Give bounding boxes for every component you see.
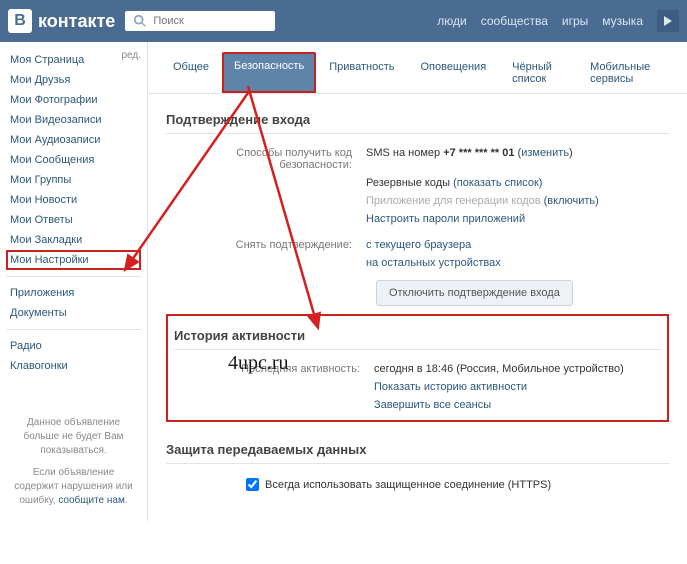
play-button[interactable] bbox=[657, 10, 679, 32]
sidebar-item-radio[interactable]: Радио bbox=[6, 336, 141, 356]
logo[interactable]: B контакте bbox=[8, 9, 115, 33]
sidebar-item-friends[interactable]: Мои Друзья bbox=[6, 70, 141, 90]
show-history-link[interactable]: Показать историю активности bbox=[374, 381, 527, 393]
sidebar-item-apps[interactable]: Приложения bbox=[6, 283, 141, 303]
sidebar-ad: Данное объявление больше не будет Вам по… bbox=[6, 416, 141, 508]
sidebar-item-klavogonki[interactable]: Клавогонки bbox=[6, 356, 141, 376]
row-label: Способы получить код безопасности: bbox=[166, 147, 366, 171]
search-icon bbox=[133, 14, 147, 28]
sidebar-item-messages[interactable]: Мои Сообщения bbox=[6, 150, 141, 170]
tab-security[interactable]: Безопасность bbox=[222, 52, 316, 93]
ad-report-link[interactable]: сообщите нам bbox=[58, 495, 125, 506]
row-label: Снять подтверждение: bbox=[166, 239, 366, 251]
tab-notifications[interactable]: Оповещения bbox=[407, 52, 499, 93]
nav-games[interactable]: игры bbox=[562, 14, 588, 28]
section-https: Защита передаваемых данных Всегда исполь… bbox=[166, 436, 669, 501]
enable-app-link[interactable]: (включить) bbox=[544, 195, 599, 207]
section-login-confirmation: Подтверждение входа Способы получить код… bbox=[166, 106, 669, 314]
logo-text: контакте bbox=[38, 11, 115, 32]
tabs: Общее Безопасность Приватность Оповещени… bbox=[148, 42, 687, 94]
backup-codes-link[interactable]: (показать список) bbox=[453, 177, 542, 189]
section-title: Подтверждение входа bbox=[166, 106, 669, 134]
edit-link[interactable]: ред. bbox=[121, 50, 141, 61]
disable-confirmation-button[interactable]: Отключить подтверждение входа bbox=[376, 280, 573, 306]
play-icon bbox=[663, 16, 673, 26]
last-activity-value: сегодня в 18:46 (Россия, Мобильное устро… bbox=[374, 363, 661, 375]
https-checkbox[interactable] bbox=[246, 478, 259, 491]
top-header: B контакте люди сообщества игры музыка bbox=[0, 0, 687, 42]
sidebar-item-audio[interactable]: Мои Аудиозаписи bbox=[6, 130, 141, 150]
https-label: Всегда использовать защищенное соединени… bbox=[265, 479, 551, 491]
sidebar-item-groups[interactable]: Мои Группы bbox=[6, 170, 141, 190]
nav-communities[interactable]: сообщества bbox=[481, 14, 548, 28]
app-passwords-link[interactable]: Настроить пароли приложений bbox=[366, 213, 525, 225]
section-title: Защита передаваемых данных bbox=[166, 436, 669, 464]
nav-people[interactable]: люди bbox=[437, 14, 466, 28]
sidebar-item-settings[interactable]: Мои Настройки bbox=[6, 250, 141, 270]
nav-music[interactable]: музыка bbox=[602, 14, 643, 28]
tab-mobile[interactable]: Мобильные сервисы bbox=[577, 52, 675, 93]
section-title: История активности bbox=[174, 322, 661, 350]
sidebar-item-documents[interactable]: Документы bbox=[6, 303, 141, 323]
tab-privacy[interactable]: Приватность bbox=[316, 52, 407, 93]
search-input[interactable] bbox=[153, 15, 253, 27]
logo-icon: B bbox=[8, 9, 32, 33]
tab-blacklist[interactable]: Чёрный список bbox=[499, 52, 577, 93]
top-nav: люди сообщества игры музыка bbox=[437, 10, 679, 32]
sidebar-item-photos[interactable]: Мои Фотографии bbox=[6, 90, 141, 110]
tab-general[interactable]: Общее bbox=[160, 52, 222, 93]
end-sessions-link[interactable]: Завершить все сеансы bbox=[374, 399, 491, 411]
main-content: Общее Безопасность Приватность Оповещени… bbox=[148, 42, 687, 521]
remove-other-devices-link[interactable]: на остальных устройствах bbox=[366, 257, 501, 269]
row-label: Последняя активность: bbox=[174, 363, 374, 375]
change-phone-link[interactable]: изменить bbox=[521, 147, 569, 159]
sidebar-item-bookmarks[interactable]: Мои Закладки bbox=[6, 230, 141, 250]
section-activity-history: История активности 4upc.ru Последняя акт… bbox=[166, 314, 669, 422]
sidebar-item-news[interactable]: Мои Новости bbox=[6, 190, 141, 210]
sidebar-item-answers[interactable]: Мои Ответы bbox=[6, 210, 141, 230]
remove-current-browser-link[interactable]: с текущего браузера bbox=[366, 239, 471, 251]
search-box[interactable] bbox=[125, 11, 275, 31]
sidebar: ред. Моя Страница Мои Друзья Мои Фотогра… bbox=[0, 42, 148, 521]
sidebar-item-videos[interactable]: Мои Видеозаписи bbox=[6, 110, 141, 130]
